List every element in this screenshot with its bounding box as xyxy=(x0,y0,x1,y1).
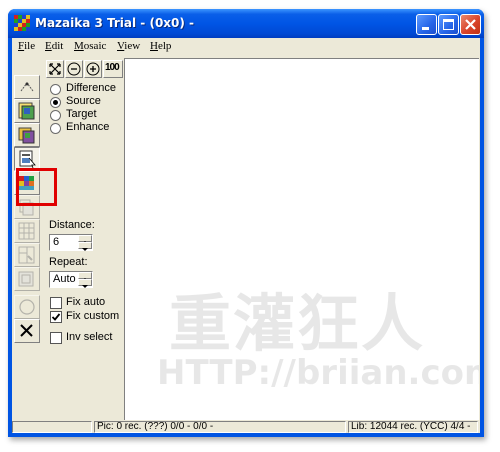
app-window: Mazaika 3 Trial - (0x0) - File Edit Mosa… xyxy=(8,9,484,437)
status-pic: Pic: 0 rec. (???) 0/0 - 0/0 - xyxy=(94,421,346,433)
status-panel-empty xyxy=(12,421,92,433)
close-x-button[interactable] xyxy=(14,319,40,343)
grid-icon xyxy=(18,222,35,240)
actual-size-icon: 100 xyxy=(105,62,120,73)
fix-auto-label: Fix auto xyxy=(66,296,106,308)
close-x-icon xyxy=(20,324,33,337)
library-icon xyxy=(19,150,36,169)
open-source-button[interactable] xyxy=(14,99,40,123)
inv-select-label: Inv select xyxy=(66,331,113,343)
arrow-down-icon xyxy=(82,248,88,251)
radio-source-label: Source xyxy=(66,95,101,107)
distance-value: 6 xyxy=(53,236,60,248)
menu-help[interactable]: Help xyxy=(150,40,171,52)
fix-custom-label: Fix custom xyxy=(66,310,120,322)
open-target-button[interactable] xyxy=(14,123,40,147)
minimize-button[interactable] xyxy=(416,14,437,35)
app-icon[interactable] xyxy=(14,15,30,31)
close-icon xyxy=(465,19,476,30)
menu-edit[interactable]: Edit xyxy=(45,40,63,52)
zoom-in-icon xyxy=(86,62,100,76)
mosaic-canvas[interactable]: 重灌狂人 HTTP://briian.com xyxy=(124,58,479,420)
repeat-up-button[interactable] xyxy=(78,272,92,281)
radio-target-label: Target xyxy=(66,108,97,120)
window-title: Mazaika 3 Trial - (0x0) - xyxy=(35,16,195,30)
open-target-icon xyxy=(18,127,35,144)
radio-difference-label: Difference xyxy=(66,82,116,94)
maximize-button[interactable] xyxy=(438,14,459,35)
menu-file[interactable]: File xyxy=(18,40,35,52)
fix-auto-checkbox[interactable] xyxy=(50,297,62,309)
zoom-out-icon xyxy=(67,62,81,76)
repeat-down-button[interactable] xyxy=(78,279,92,288)
edit-tiles-icon xyxy=(18,246,35,264)
fit-icon xyxy=(49,63,61,75)
title-bar[interactable]: Mazaika 3 Trial - (0x0) - xyxy=(8,9,484,38)
watermark-cn: 重灌狂人 xyxy=(169,287,426,360)
watermark: 重灌狂人 HTTP://briian.com xyxy=(129,273,479,413)
arrow-down-icon xyxy=(82,285,88,288)
radio-target[interactable] xyxy=(50,110,61,121)
radio-enhance[interactable] xyxy=(50,123,61,134)
open-source-icon xyxy=(18,102,35,120)
radio-enhance-label: Enhance xyxy=(66,121,110,133)
maximize-icon xyxy=(443,19,454,30)
distance-down-button[interactable] xyxy=(78,242,92,251)
watermark-url: HTTP://briian.com xyxy=(157,353,479,393)
circle-button[interactable] xyxy=(14,295,40,319)
repeat-label: Repeat: xyxy=(49,256,88,268)
radio-source[interactable] xyxy=(50,97,61,108)
checkmark-icon xyxy=(51,313,61,321)
distance-label: Distance: xyxy=(49,219,95,231)
radio-difference[interactable] xyxy=(50,84,61,95)
repeat-spinner[interactable]: Auto xyxy=(49,271,93,288)
circle-icon xyxy=(19,299,35,315)
client-area: File Edit Mosaic View Help 100 Differenc… xyxy=(12,38,480,433)
inv-select-checkbox[interactable] xyxy=(50,332,62,344)
actual-size-button[interactable]: 100 xyxy=(103,60,123,78)
edit-tiles-button[interactable] xyxy=(14,243,40,267)
minimize-icon xyxy=(422,27,429,30)
render-button[interactable] xyxy=(14,267,40,291)
menu-mosaic[interactable]: Mosaic xyxy=(74,40,106,52)
zoom-in-button[interactable] xyxy=(84,60,102,78)
wizard-icon xyxy=(20,82,34,92)
grid-button[interactable] xyxy=(14,219,40,243)
status-bar: Pic: 0 rec. (???) 0/0 - 0/0 - Lib: 12044… xyxy=(12,421,480,433)
close-button[interactable] xyxy=(460,14,481,35)
fix-custom-checkbox[interactable] xyxy=(50,311,62,323)
menu-bar: File Edit Mosaic View Help xyxy=(12,38,480,56)
highlight-box xyxy=(16,168,57,206)
wizard-button[interactable] xyxy=(14,75,40,99)
fit-button[interactable] xyxy=(46,60,64,78)
distance-spinner[interactable]: 6 xyxy=(49,234,93,251)
menu-view[interactable]: View xyxy=(117,40,140,52)
render-icon xyxy=(18,271,34,287)
status-lib: Lib: 12044 rec. (YCC) 4/4 - xyxy=(348,421,478,433)
repeat-value: Auto xyxy=(53,273,76,285)
distance-up-button[interactable] xyxy=(78,235,92,244)
zoom-out-button[interactable] xyxy=(65,60,83,78)
